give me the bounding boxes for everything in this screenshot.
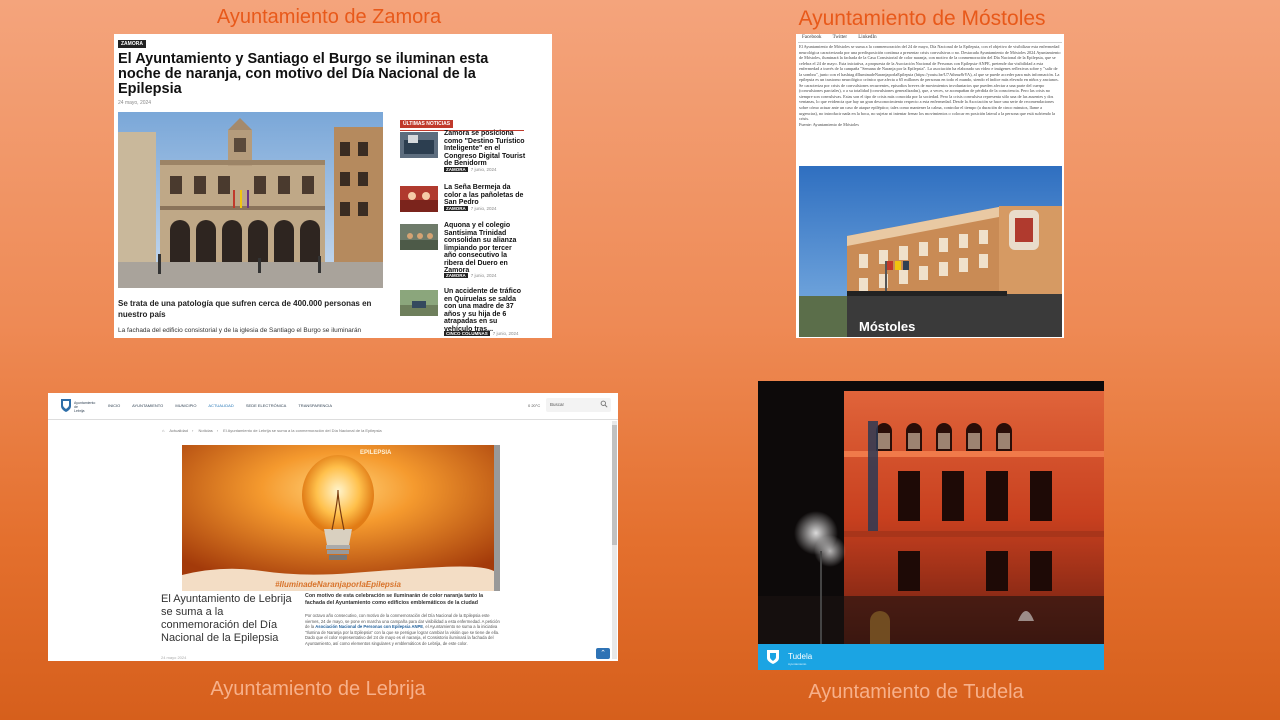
news-thumbnail	[400, 186, 438, 212]
tudela-footer-bar: Tudela Ayuntamiento	[758, 644, 1104, 670]
town-hall-photo: Móstoles	[799, 166, 1062, 337]
article-text: El Ayuntamiento de Móstoles se suma a la…	[799, 44, 1061, 127]
coat-of-arms-icon[interactable]	[60, 398, 72, 413]
anpe-link[interactable]: Asociación Nacional de Personas con Epil…	[315, 624, 423, 629]
town-hall-photo	[118, 112, 383, 288]
news-item[interactable]: Aquona y el colegio Santísima Trinidad c…	[400, 222, 524, 278]
page-scrollbar[interactable]	[612, 421, 617, 659]
divider	[798, 42, 1062, 43]
menu-item-inicio[interactable]: INICIO	[108, 403, 120, 408]
caption-mostoles: Ayuntamiento de Móstoles	[798, 7, 1046, 30]
menu-item-municipio[interactable]: MUNICIPIO	[175, 403, 196, 408]
latest-news-header: ÚLTIMAS NOTICIAS	[400, 112, 524, 131]
lebrija-website-screenshot: Ayuntamiento de Lebrija INICIO AYUNTAMIE…	[48, 393, 618, 661]
menu-item-transparencia[interactable]: TRANSPARENCIA	[298, 403, 332, 408]
search-icon[interactable]	[600, 400, 608, 408]
category-tag[interactable]: ZAMORA	[118, 40, 146, 48]
article-title: El Ayuntamiento y Santiago el Burgo se i…	[118, 51, 489, 97]
breadcrumb-item: El Ayuntamiento de Lebrija se suma a la …	[223, 428, 382, 433]
chevron-up-icon: ⌃	[600, 650, 606, 657]
article-date: 24 mayo, 2024	[118, 100, 152, 106]
caption-zamora: Ayuntamiento de Zamora	[216, 6, 442, 28]
search-input[interactable]: Buscar	[546, 398, 611, 412]
mostoles-article-screenshot: Facebook Twitter LinkedIn El Ayuntamient…	[796, 34, 1064, 338]
article-lead: Con motivo de esta celebración se ilumin…	[305, 593, 484, 606]
article-title: El Ayuntamiento de Lebrija se suma a la …	[161, 593, 292, 644]
poster-hashtag: #IluminadeNaranjaporlaEpilepsia	[275, 580, 401, 589]
news-thumbnail	[400, 132, 438, 158]
news-thumbnail	[400, 290, 438, 316]
share-menu: Facebook Twitter LinkedIn	[802, 35, 887, 40]
top-navigation: Ayuntamiento de Lebrija INICIO AYUNTAMIE…	[48, 393, 618, 420]
weather-readout: 0 20°C	[528, 403, 541, 408]
image-scrollbar[interactable]	[494, 445, 500, 591]
menu-item-ayuntamiento[interactable]: AYUNTAMIENTO	[132, 403, 163, 408]
article-date: 24 mayo 2024	[161, 655, 187, 660]
tudela-brand-name: Tudela	[788, 652, 813, 661]
tudela-photo-screenshot: Tudela Ayuntamiento	[758, 381, 1104, 670]
poster-top-text: EPILEPSIA	[360, 450, 392, 456]
news-thumbnail	[400, 224, 438, 250]
tudela-brand-subtitle: Ayuntamiento	[788, 662, 807, 666]
menu-item-sede-electronica[interactable]: SEDE ELECTRÓNICA	[246, 403, 286, 408]
site-logo-text[interactable]: Ayuntamiento de Lebrija	[74, 401, 95, 413]
mostoles-sign: Móstoles	[859, 319, 915, 334]
caption-tudela: Ayuntamiento de Tudela	[808, 681, 1024, 703]
news-item[interactable]: Un accidente de tráfico en Quiruelas se …	[400, 288, 524, 336]
illuminated-town-hall-photo	[758, 381, 1104, 644]
share-facebook-link[interactable]: Facebook	[802, 35, 821, 40]
share-twitter-link[interactable]: Twitter	[833, 35, 847, 40]
zamora-article-screenshot: ZAMORA El Ayuntamiento y Santiago el Bur…	[114, 34, 552, 338]
news-item[interactable]: Zamora se posiciona como "Destino Turíst…	[400, 130, 525, 178]
main-menu: INICIO AYUNTAMIENTO MUNICIPIO ACTUALIDAD…	[108, 403, 343, 408]
article-body: La fachada del edificio consistorial y d…	[118, 327, 362, 334]
menu-item-actualidad[interactable]: ACTUALIDAD	[208, 403, 233, 408]
epilepsy-campaign-poster: EPILEPSIA #IluminadeNaranjaporlaEpilepsi…	[182, 445, 494, 591]
breadcrumb-item[interactable]: Actualidad	[169, 428, 188, 433]
scroll-to-top-button[interactable]: ⌃	[596, 648, 610, 659]
article-source: Fuente: Ayuntamiento de Móstoles	[799, 121, 859, 127]
search-placeholder: Buscar	[550, 402, 565, 407]
home-icon[interactable]: ⌂	[162, 428, 164, 433]
article-subtitle: Se trata de una patología que sufren cer…	[118, 299, 372, 319]
coat-of-arms-icon	[767, 650, 779, 664]
share-linkedin-link[interactable]: LinkedIn	[858, 35, 876, 40]
caption-lebrija: Ayuntamiento de Lebrija	[210, 678, 426, 700]
article-body: Por octavo año consecutivo, con motivo d…	[305, 613, 500, 646]
breadcrumb: ⌂ Actualidad › Noticias › El Ayuntamiento …	[162, 428, 382, 433]
breadcrumb-item[interactable]: Noticias	[198, 428, 212, 433]
